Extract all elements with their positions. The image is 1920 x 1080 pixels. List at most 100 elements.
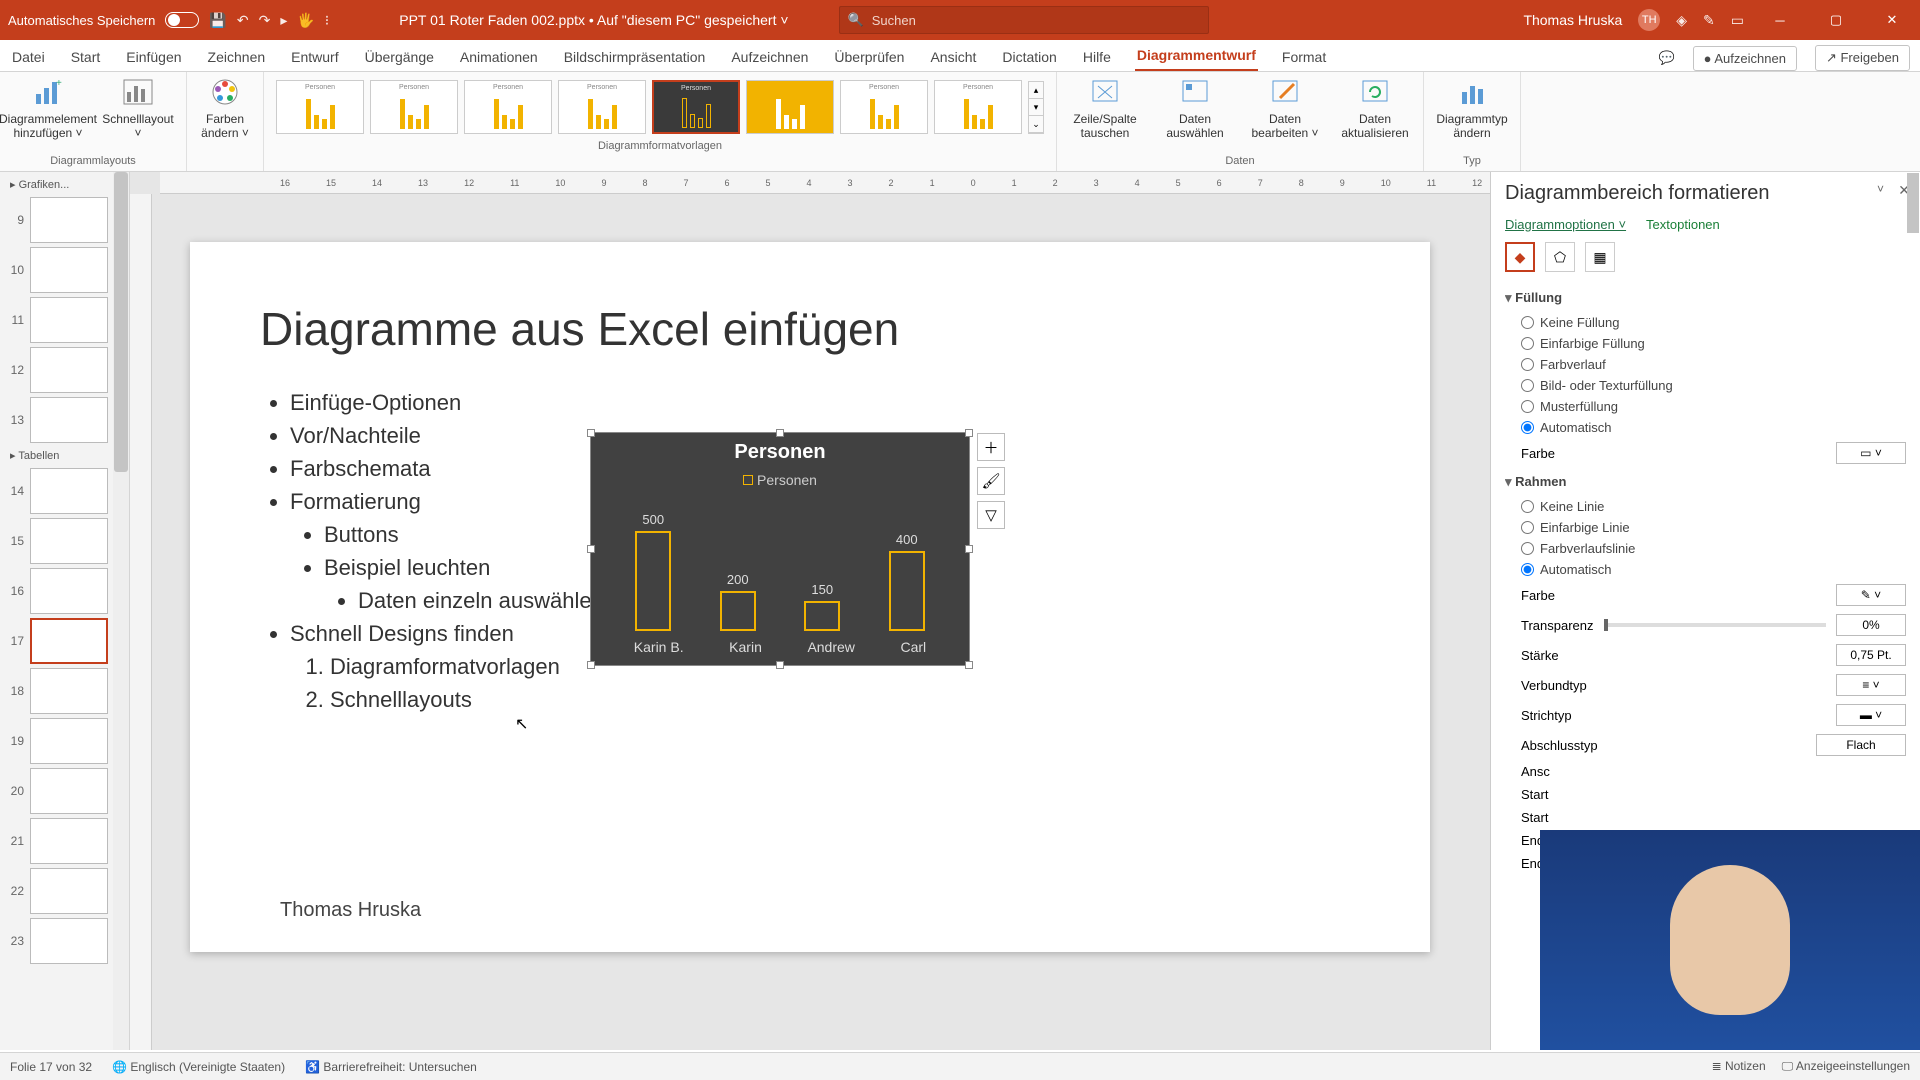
thumb-section-graphics[interactable]: ▸ Grafiken... xyxy=(4,176,125,193)
start-slideshow-icon[interactable]: ▸ xyxy=(280,12,287,29)
switch-row-col-button[interactable]: Zeile/Spalte tauschen xyxy=(1065,76,1145,140)
fill-line-tab-icon[interactable]: ◆ xyxy=(1505,242,1535,272)
thumb-section-tables[interactable]: ▸ Tabellen xyxy=(4,447,125,464)
tab-hilfe[interactable]: Hilfe xyxy=(1081,43,1113,71)
style-gallery-scroll[interactable]: ▴▾⌄ xyxy=(1028,81,1044,134)
cloud-icon[interactable]: ◈ xyxy=(1676,12,1687,29)
pane-collapse-icon[interactable]: ˅ xyxy=(1877,182,1884,196)
effects-tab-icon[interactable]: ⬠ xyxy=(1545,242,1575,272)
border-gradient-radio[interactable]: Farbverlaufslinie xyxy=(1505,538,1906,559)
tab-format[interactable]: Format xyxy=(1280,43,1328,71)
fill-pattern-radio[interactable]: Musterfüllung xyxy=(1505,396,1906,417)
border-section[interactable]: Rahmen xyxy=(1505,468,1906,496)
chart-styles-button[interactable]: 🖌 xyxy=(977,467,1005,495)
accessibility-status[interactable]: ♿ Barrierefreiheit: Untersuchen xyxy=(305,1060,477,1074)
share-button[interactable]: ↗ Freigeben xyxy=(1815,45,1910,71)
slide-thumb-9[interactable]: 9 xyxy=(6,197,123,243)
record-button[interactable]: ● Aufzeichnen xyxy=(1693,46,1797,71)
bar-3[interactable]: 400 xyxy=(872,532,942,631)
redo-icon[interactable]: ↷ xyxy=(259,12,271,29)
tab-datei[interactable]: Datei xyxy=(10,43,47,71)
chart-style-5[interactable]: Personen xyxy=(652,80,740,134)
tab-animationen[interactable]: Animationen xyxy=(458,43,540,71)
touch-icon[interactable]: 🖐 xyxy=(297,12,314,29)
chart-style-2[interactable]: Personen xyxy=(370,80,458,134)
fill-section[interactable]: Füllung xyxy=(1505,284,1906,312)
fill-solid-radio[interactable]: Einfarbige Füllung xyxy=(1505,333,1906,354)
autosave-toggle[interactable] xyxy=(165,12,199,28)
chart-style-4[interactable]: Personen xyxy=(558,80,646,134)
tab-bildschirmpräsentation[interactable]: Bildschirmpräsentation xyxy=(562,43,708,71)
slide-thumb-15[interactable]: 15 xyxy=(6,518,123,564)
chart-object[interactable]: Personen Personen 500200150400 Karin B.K… xyxy=(590,432,970,666)
tab-einfügen[interactable]: Einfügen xyxy=(124,43,183,71)
chart-filter-button[interactable]: ▽ xyxy=(977,501,1005,529)
notes-button[interactable]: ≣ Notizen xyxy=(1712,1059,1766,1074)
avatar[interactable]: TH xyxy=(1638,9,1660,31)
chart-style-1[interactable]: Personen xyxy=(276,80,364,134)
slide-canvas[interactable]: Diagramme aus Excel einfügen Einfüge-Opt… xyxy=(190,242,1430,952)
fill-gradient-radio[interactable]: Farbverlauf xyxy=(1505,354,1906,375)
tab-ansicht[interactable]: Ansicht xyxy=(928,43,978,71)
slide-thumb-13[interactable]: 13 xyxy=(6,397,123,443)
qat-more-icon[interactable]: ⁝ xyxy=(325,12,329,29)
language-status[interactable]: 🌐 Englisch (Vereinigte Staaten) xyxy=(112,1060,285,1074)
slide-thumb-17[interactable]: 17 xyxy=(6,618,123,664)
tab-überprüfen[interactable]: Überprüfen xyxy=(832,43,906,71)
width-input[interactable]: 0,75 Pt. xyxy=(1836,644,1906,666)
slide-thumb-10[interactable]: 10 xyxy=(6,247,123,293)
border-color-picker[interactable]: ✎ ˅ xyxy=(1836,584,1906,606)
transparency-input[interactable]: 0% xyxy=(1836,614,1906,636)
change-colors-button[interactable]: Farben ändern ˅ xyxy=(195,76,255,140)
thumbs-scrollbar[interactable] xyxy=(113,172,129,1050)
slide-thumb-16[interactable]: 16 xyxy=(6,568,123,614)
tab-entwurf[interactable]: Entwurf xyxy=(289,43,340,71)
compound-picker[interactable]: ≡ ˅ xyxy=(1836,674,1906,696)
fill-color-picker[interactable]: ▭ ˅ xyxy=(1836,442,1906,464)
bar-0[interactable]: 500 xyxy=(618,512,688,631)
chart-style-6[interactable] xyxy=(746,80,834,134)
fill-auto-radio[interactable]: Automatisch xyxy=(1505,417,1906,438)
slide-thumb-23[interactable]: 23 xyxy=(6,918,123,964)
draw-icon[interactable]: ✎ xyxy=(1703,12,1715,29)
slide-thumb-18[interactable]: 18 xyxy=(6,668,123,714)
display-settings-button[interactable]: 🖵 Anzeigeeinstellungen xyxy=(1782,1059,1910,1074)
slide-thumb-21[interactable]: 21 xyxy=(6,818,123,864)
refresh-data-button[interactable]: Daten aktualisieren xyxy=(1335,76,1415,140)
add-chart-element-button[interactable]: +Diagrammelement hinzufügen ˅ xyxy=(8,76,88,140)
minimize-button[interactable]: ─ xyxy=(1760,13,1800,28)
chart-style-3[interactable]: Personen xyxy=(464,80,552,134)
tab-zeichnen[interactable]: Zeichnen xyxy=(206,43,268,71)
change-chart-type-button[interactable]: Diagrammtyp ändern xyxy=(1432,76,1512,140)
border-none-radio[interactable]: Keine Linie xyxy=(1505,496,1906,517)
window-icon[interactable]: ▭ xyxy=(1731,12,1744,29)
slide-thumb-14[interactable]: 14 xyxy=(6,468,123,514)
tab-dictation[interactable]: Dictation xyxy=(1000,43,1058,71)
slide-thumb-22[interactable]: 22 xyxy=(6,868,123,914)
user-name[interactable]: Thomas Hruska xyxy=(1523,12,1622,28)
save-icon[interactable]: 💾 xyxy=(209,12,226,29)
text-options-tab[interactable]: Textoptionen xyxy=(1646,217,1720,232)
chart-style-7[interactable]: Personen xyxy=(840,80,928,134)
slide-thumb-11[interactable]: 11 xyxy=(6,297,123,343)
border-solid-radio[interactable]: Einfarbige Linie xyxy=(1505,517,1906,538)
border-auto-radio[interactable]: Automatisch xyxy=(1505,559,1906,580)
tab-diagrammentwurf[interactable]: Diagrammentwurf xyxy=(1135,41,1258,71)
slide-counter[interactable]: Folie 17 von 32 xyxy=(10,1060,92,1074)
chart-elements-button[interactable]: ＋ xyxy=(977,433,1005,461)
slide-thumb-12[interactable]: 12 xyxy=(6,347,123,393)
size-tab-icon[interactable]: ▦ xyxy=(1585,242,1615,272)
select-data-button[interactable]: Daten auswählen xyxy=(1155,76,1235,140)
comments-icon[interactable]: 💬 xyxy=(1658,50,1674,66)
chart-style-8[interactable]: Personen xyxy=(934,80,1022,134)
maximize-button[interactable]: ▢ xyxy=(1816,12,1856,28)
fill-picture-radio[interactable]: Bild- oder Texturfüllung xyxy=(1505,375,1906,396)
file-name[interactable]: PPT 01 Roter Faden 002.pptx • Auf "diese… xyxy=(399,12,788,28)
slide-thumb-20[interactable]: 20 xyxy=(6,768,123,814)
search-input[interactable]: 🔍 Suchen xyxy=(839,6,1209,34)
slide-title[interactable]: Diagramme aus Excel einfügen xyxy=(260,302,1360,356)
tab-start[interactable]: Start xyxy=(69,43,103,71)
transparency-slider[interactable] xyxy=(1604,623,1827,627)
slide-thumb-19[interactable]: 19 xyxy=(6,718,123,764)
close-button[interactable]: ✕ xyxy=(1872,12,1912,28)
